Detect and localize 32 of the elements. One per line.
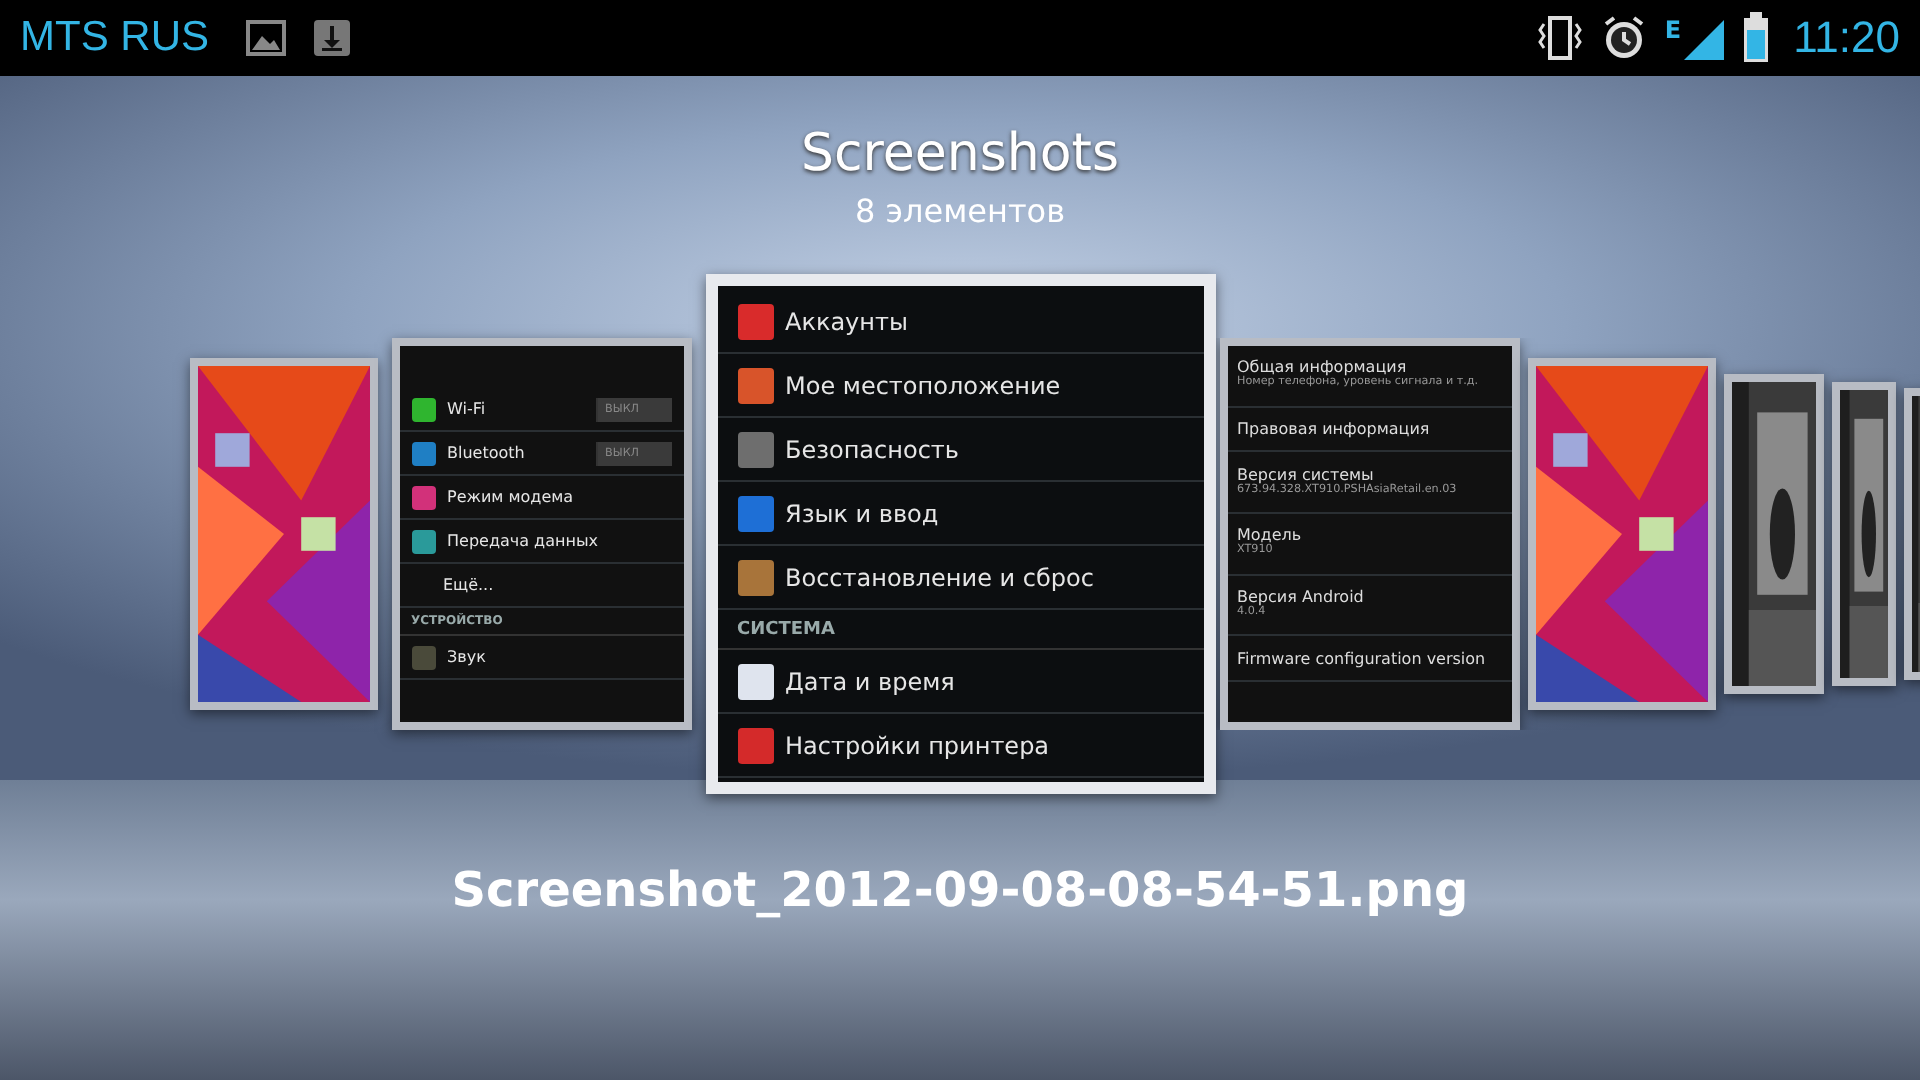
clock-time: 11:20 — [1793, 12, 1900, 64]
album-title: Screenshots — [800, 124, 1120, 184]
section-header: СИСТЕМА — [737, 619, 835, 639]
info-title: Firmware configuration version — [1237, 649, 1486, 668]
settings-item[interactable]: Режим модема — [447, 488, 574, 506]
settings-item[interactable]: Передача данных — [447, 532, 598, 550]
settings-item[interactable]: Безопасность — [785, 435, 959, 463]
settings-item[interactable]: Мое местоположение — [785, 371, 1061, 399]
thumbnail-frame[interactable]: Аккаунты Мое местоположение Безопасность Язык и ввод Восстановление и сброс СИСТЕМА Дата и время Настройки принтера — [705, 274, 1215, 794]
settings-item[interactable]: Настройки принтера — [785, 731, 1050, 759]
picture-icon — [245, 20, 285, 56]
info-title: Общая информация — [1237, 358, 1407, 377]
info-title: Версия Android — [1237, 588, 1364, 606]
settings-item[interactable]: Восстановление и сброс — [785, 563, 1094, 591]
settings-item[interactable]: Bluetooth — [447, 444, 525, 462]
file-name: Screenshot_2012-09-08-08-54-51.png — [451, 862, 1469, 918]
item-count: 8 элементов — [854, 192, 1066, 230]
download-icon — [313, 20, 349, 56]
settings-item[interactable]: Ещё... — [443, 576, 494, 594]
settings-item[interactable]: Аккаунты — [785, 307, 908, 335]
settings-item[interactable]: Wi-Fi — [447, 400, 486, 418]
settings-item[interactable]: Звук — [447, 648, 486, 666]
info-title: Версия системы — [1237, 465, 1374, 484]
info-title: Правовая информация — [1237, 420, 1430, 438]
network-type: E — [1664, 16, 1682, 44]
alarm-clock-icon — [1600, 14, 1649, 62]
carrier-name: MTS RUS — [20, 14, 209, 62]
settings-item[interactable]: Язык и ввод — [785, 499, 939, 527]
battery-icon — [1741, 12, 1770, 64]
vibrate-icon — [1536, 14, 1585, 62]
info-title: Модель — [1237, 526, 1302, 545]
settings-item[interactable]: Дата и время — [785, 667, 955, 695]
